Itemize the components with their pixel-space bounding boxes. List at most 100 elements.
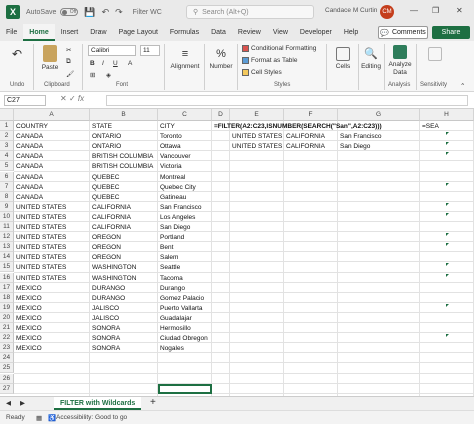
row-header[interactable]: 7 xyxy=(0,181,14,192)
cell-b10[interactable]: CALIFORNIA xyxy=(90,213,131,222)
cell-b14[interactable]: OREGON xyxy=(90,253,121,262)
cell-a6[interactable]: CANADA xyxy=(14,173,43,182)
row-header[interactable]: 18 xyxy=(0,292,14,303)
row-header[interactable]: 21 xyxy=(0,323,14,334)
error-indicator-icon[interactable] xyxy=(446,142,449,146)
fill-color-icon[interactable]: ◈ xyxy=(106,71,111,79)
cell-c20[interactable]: Guadalajar xyxy=(158,314,192,323)
spreadsheet-grid[interactable]: A B C D E F G H 1 2 3 4 5 6 7 8 9 10 11 12 13 14 15 16 17 18 19 20 2… xyxy=(0,109,474,396)
undo-quick-icon[interactable]: ↶ xyxy=(102,7,110,18)
autosave-toggle[interactable]: Off xyxy=(60,8,79,16)
font-name-select[interactable]: Calibri xyxy=(88,45,136,56)
cell-b9[interactable]: CALIFORNIA xyxy=(90,203,131,212)
cell-c19[interactable]: Puerto Vallarta xyxy=(158,304,203,313)
cell-a21[interactable]: MEXICO xyxy=(14,324,42,333)
cell-b5[interactable]: BRITISH COLUMBIA xyxy=(90,162,153,171)
restore-icon[interactable]: ❐ xyxy=(432,6,439,15)
row-header[interactable]: 16 xyxy=(0,272,14,283)
cell-b6[interactable]: QUEBEC xyxy=(90,173,119,182)
cell-b13[interactable]: OREGON xyxy=(90,243,121,252)
cell-h1[interactable]: =SEA xyxy=(420,122,439,131)
error-indicator-icon[interactable] xyxy=(446,273,449,277)
underline-button[interactable]: U xyxy=(113,60,118,67)
row-header[interactable]: 6 xyxy=(0,171,14,182)
conditional-formatting-button[interactable]: Conditional Formatting xyxy=(242,45,316,52)
cell-b16[interactable]: WASHINGTON xyxy=(90,274,136,283)
cell-a19[interactable]: MEXICO xyxy=(14,304,42,313)
cell-a5[interactable]: CANADA xyxy=(14,162,43,171)
cell-a8[interactable]: CANADA xyxy=(14,193,43,202)
column-header-a[interactable]: A xyxy=(14,109,90,121)
error-indicator-icon[interactable] xyxy=(446,334,449,338)
cell-a23[interactable]: MEXICO xyxy=(14,344,42,353)
error-indicator-icon[interactable] xyxy=(446,263,449,267)
cell-e3[interactable]: UNITED STATES xyxy=(230,142,282,151)
name-box[interactable]: C27 xyxy=(4,95,46,106)
cells-button[interactable]: Cells xyxy=(331,47,355,70)
cell-b21[interactable]: SONORA xyxy=(90,324,120,333)
error-indicator-icon[interactable] xyxy=(446,152,449,156)
analyze-data-button[interactable]: Analyze Data xyxy=(386,45,414,77)
tab-page-layout[interactable]: Page Layout xyxy=(113,24,164,41)
cell-b23[interactable]: SONORA xyxy=(90,344,120,353)
sheet-tab[interactable]: FILTER with Wildcards xyxy=(54,397,142,410)
row-header[interactable]: 17 xyxy=(0,282,14,293)
undo-button[interactable]: ↶ xyxy=(6,47,28,63)
cell-a18[interactable]: MEXICO xyxy=(14,294,42,303)
cell-a13[interactable]: UNITED STATES xyxy=(14,243,66,252)
cell-c21[interactable]: Hermosillo xyxy=(158,324,191,333)
row-header[interactable]: 19 xyxy=(0,302,14,313)
borders-icon[interactable]: ⊞ xyxy=(90,71,95,79)
fx-icon[interactable]: fx xyxy=(78,94,84,103)
cell-a15[interactable]: UNITED STATES xyxy=(14,263,66,272)
cell-b8[interactable]: QUEBEC xyxy=(90,193,119,202)
cell-a10[interactable]: UNITED STATES xyxy=(14,213,66,222)
tab-file[interactable]: File xyxy=(0,24,23,41)
cell-c11[interactable]: San Diego xyxy=(158,223,190,232)
paste-button[interactable]: Paste xyxy=(38,45,62,71)
font-size-select[interactable]: 11 xyxy=(140,45,160,56)
cell-c1[interactable]: CITY xyxy=(158,122,175,131)
cell-b4[interactable]: BRITISH COLUMBIA xyxy=(90,152,153,161)
format-painter-icon[interactable]: 🖌 xyxy=(66,70,74,78)
close-icon[interactable]: ✕ xyxy=(456,6,463,15)
cell-a2[interactable]: CANADA xyxy=(14,132,43,141)
row-header[interactable]: 26 xyxy=(0,373,14,384)
cancel-icon[interactable]: ✕ xyxy=(60,94,67,103)
search-input[interactable]: ⚲ Search (Alt+Q) xyxy=(186,5,314,19)
cell-f2[interactable]: CALIFORNIA xyxy=(284,132,325,141)
cell-c10[interactable]: Los Angeles xyxy=(158,213,195,222)
cell-a20[interactable]: MEXICO xyxy=(14,314,42,323)
tab-view[interactable]: View xyxy=(267,24,294,41)
cell-c13[interactable]: Bent xyxy=(158,243,173,252)
cell-b3[interactable]: ONTARIO xyxy=(90,142,121,151)
row-header[interactable]: 12 xyxy=(0,232,14,243)
sensitivity-button[interactable] xyxy=(418,47,452,63)
cut-icon[interactable]: ✂ xyxy=(66,46,71,54)
cell-b22[interactable]: SONORA xyxy=(90,334,120,343)
cell-g2[interactable]: San Francisco xyxy=(338,132,382,141)
column-header-h[interactable]: H xyxy=(420,109,474,121)
bold-button[interactable]: B xyxy=(90,60,95,67)
minimize-icon[interactable]: — xyxy=(410,6,418,15)
cell-b11[interactable]: CALIFORNIA xyxy=(90,223,131,232)
cell-b2[interactable]: ONTARIO xyxy=(90,132,121,141)
cell-b1[interactable]: STATE xyxy=(90,122,112,131)
cell-a11[interactable]: UNITED STATES xyxy=(14,223,66,232)
error-indicator-icon[interactable] xyxy=(446,233,449,237)
cell-a9[interactable]: UNITED STATES xyxy=(14,203,66,212)
column-header-d[interactable]: D xyxy=(212,109,230,121)
redo-quick-icon[interactable]: ↷ xyxy=(115,7,123,18)
font-color-icon[interactable]: A xyxy=(128,60,132,67)
cell-a12[interactable]: UNITED STATES xyxy=(14,233,66,242)
error-indicator-icon[interactable] xyxy=(446,303,449,307)
copy-icon[interactable]: ⧉ xyxy=(66,58,71,66)
cell-b18[interactable]: DURANGO xyxy=(90,294,125,303)
cell-c23[interactable]: Nogales xyxy=(158,344,184,353)
column-header-f[interactable]: F xyxy=(284,109,338,121)
cell-a14[interactable]: UNITED STATES xyxy=(14,253,66,262)
row-header[interactable]: 1 xyxy=(0,121,14,132)
tab-data[interactable]: Data xyxy=(205,24,232,41)
cell-c9[interactable]: San Francisco xyxy=(158,203,202,212)
cell-b12[interactable]: OREGON xyxy=(90,233,121,242)
